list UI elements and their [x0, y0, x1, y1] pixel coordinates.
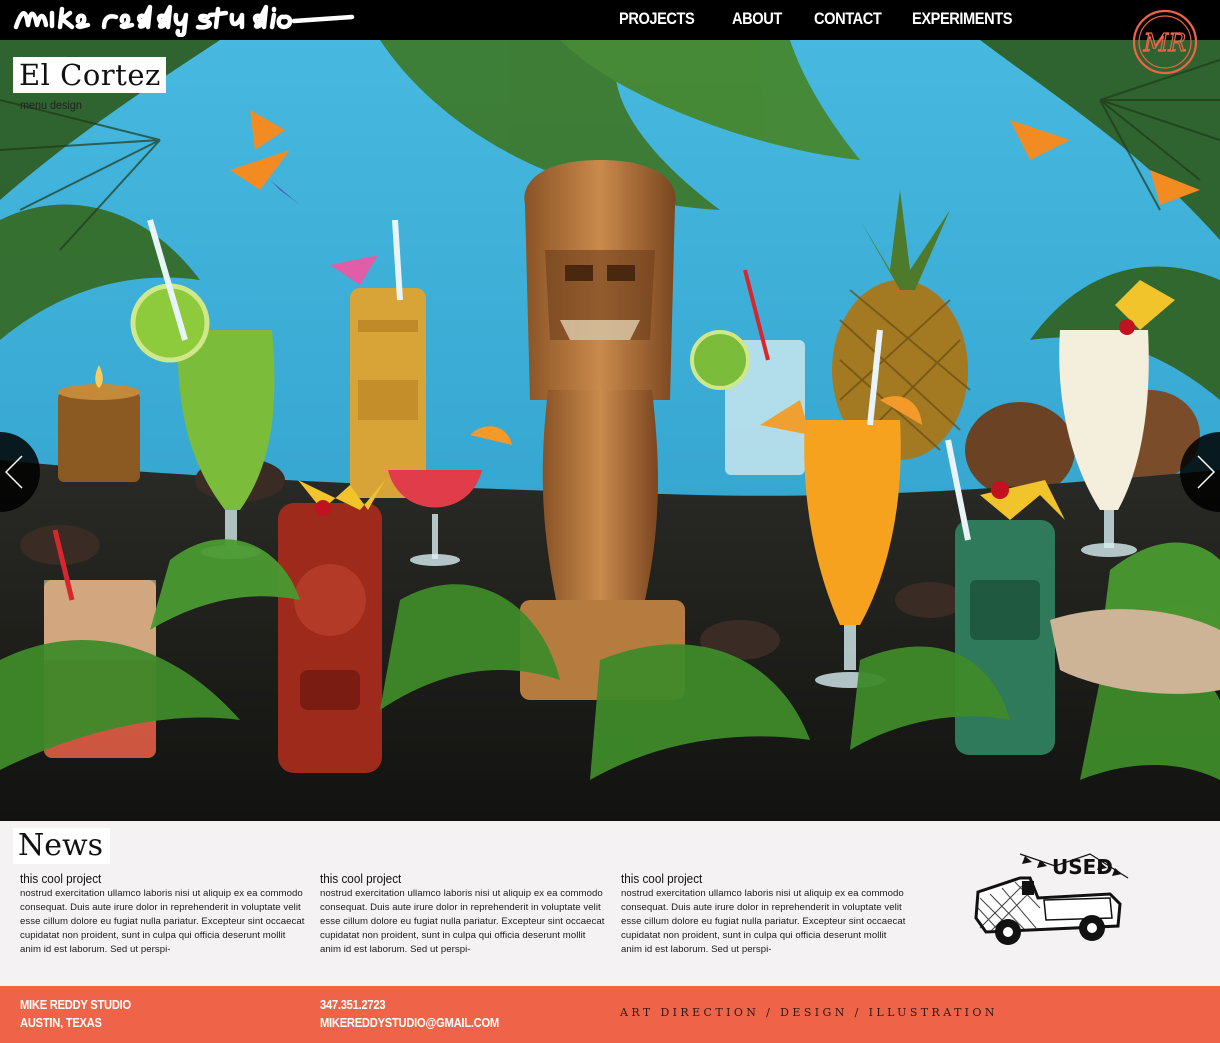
- badge-text: MR: [1143, 29, 1187, 57]
- nav-projects[interactable]: PROJECTS: [619, 9, 695, 29]
- footer-tagline: ART DIRECTION / DESIGN / ILLUSTRATION: [620, 1006, 998, 1019]
- news-item[interactable]: this cool project nostrud exercitation u…: [20, 871, 305, 957]
- hero-banner: [0, 40, 1220, 821]
- project-title-box: El Cortez: [13, 57, 166, 93]
- site-footer: MIKE REDDY STUDIO AUSTIN, TEXAS 347.351.…: [0, 986, 1220, 1043]
- project-subtitle: menu design: [20, 98, 82, 112]
- next-slide-button[interactable]: [1180, 432, 1220, 512]
- news-item-body: nostrud exercitation ullamco laboris nis…: [320, 888, 605, 955]
- news-item-body: nostrud exercitation ullamco laboris nis…: [20, 888, 305, 955]
- nav-about[interactable]: ABOUT: [732, 9, 782, 29]
- project-title: El Cortez: [19, 58, 161, 92]
- studio-logo[interactable]: [12, 3, 357, 37]
- prev-slide-button[interactable]: [0, 432, 40, 512]
- news-item[interactable]: this cool project nostrud exercitation u…: [320, 871, 605, 957]
- hero-image: [0, 40, 1220, 821]
- truck-sign-text: USED: [1052, 855, 1113, 879]
- footer-email[interactable]: MIKEREDDYSTUDIO@GMAIL.COM: [320, 1015, 499, 1030]
- news-item[interactable]: this cool project nostrud exercitation u…: [621, 871, 906, 957]
- news-item-title[interactable]: this cool project: [320, 871, 577, 887]
- news-heading-box: News: [13, 828, 110, 864]
- footer-phone[interactable]: 347.351.2723: [320, 997, 386, 1012]
- footer-location: AUSTIN, TEXAS: [20, 1015, 102, 1030]
- mr-monogram-badge[interactable]: MR: [1132, 4, 1198, 82]
- news-item-body: nostrud exercitation ullamco laboris nis…: [621, 888, 906, 955]
- news-item-title[interactable]: this cool project: [621, 871, 878, 887]
- footer-studio-name: MIKE REDDY STUDIO: [20, 997, 131, 1012]
- nav-contact[interactable]: CONTACT: [814, 9, 882, 29]
- news-heading: News: [18, 828, 104, 863]
- used-truck-illustration: USED: [974, 853, 1129, 945]
- chevron-right-icon: [1180, 432, 1220, 512]
- news-item-title[interactable]: this cool project: [20, 871, 277, 887]
- chevron-left-icon: [0, 432, 40, 512]
- nav-experiments[interactable]: EXPERIMENTS: [912, 9, 1013, 29]
- top-navigation-bar: PROJECTS ABOUT CONTACT EXPERIMENTS: [0, 0, 1220, 40]
